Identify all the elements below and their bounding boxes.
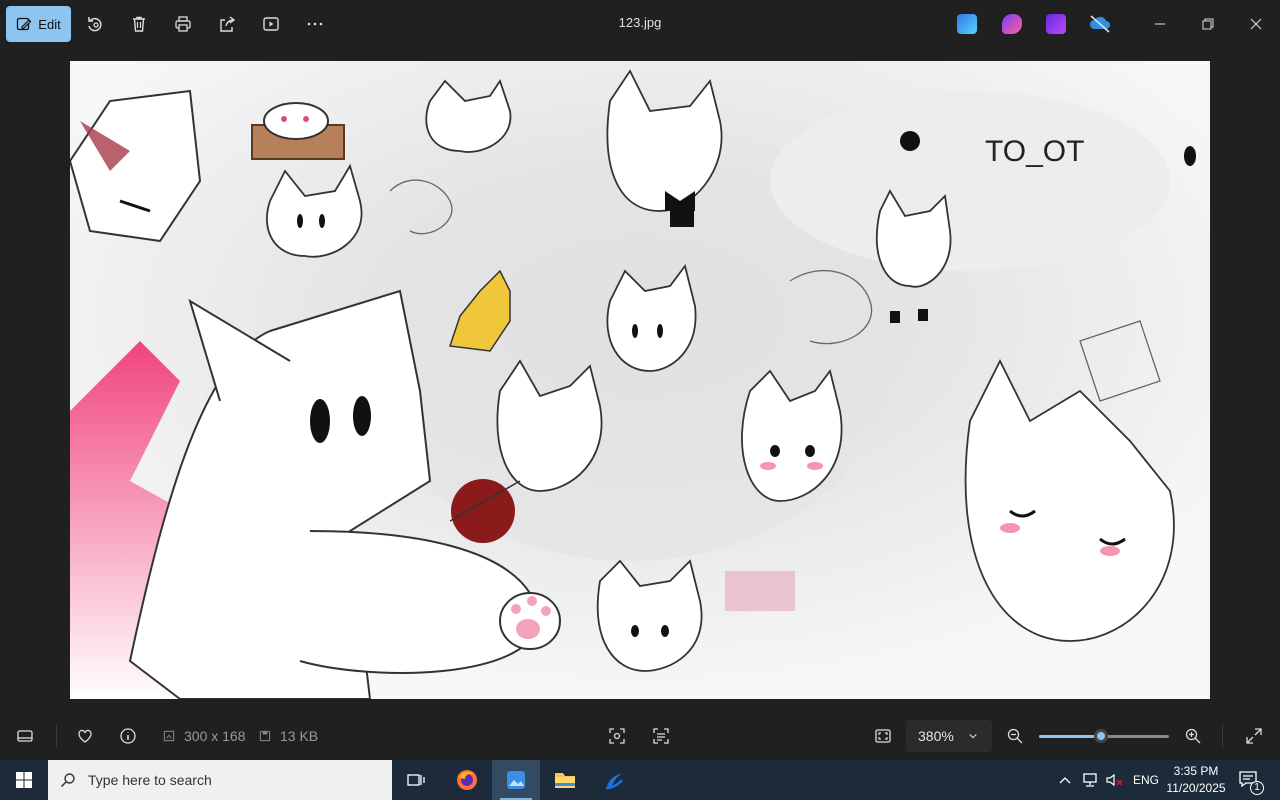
minimize-icon <box>1155 23 1165 25</box>
taskbar-visual-studio[interactable] <box>590 760 638 800</box>
edit-image-icon <box>17 17 32 31</box>
fit-to-window-button[interactable] <box>874 712 892 760</box>
edit-button-label: Edit <box>38 16 61 32</box>
notification-count: 1 <box>1250 781 1264 795</box>
visual-search-button[interactable] <box>608 712 626 760</box>
image-dimensions: 300 x 168 <box>162 712 246 760</box>
search-icon <box>60 773 75 788</box>
heart-icon <box>78 729 92 743</box>
storage-icon <box>259 730 271 742</box>
notification-center-button[interactable]: 1 <box>1238 760 1264 800</box>
folder-icon <box>555 773 575 788</box>
scan-text-icon <box>653 728 669 744</box>
file-size: 13 KB <box>258 712 318 760</box>
task-view-icon <box>407 774 425 786</box>
clock-time: 3:35 PM <box>1173 764 1219 778</box>
start-button[interactable] <box>0 760 48 800</box>
zoom-out-button[interactable] <box>1006 712 1024 760</box>
fit-window-icon <box>875 729 891 743</box>
photos-app-window: Edit 123.jpg TO_OT 300 x 168 13 KB 380% <box>0 0 1280 760</box>
input-language[interactable]: ENG <box>1133 760 1159 800</box>
volume-button[interactable] <box>1105 760 1125 800</box>
file-title: 123.jpg <box>618 15 662 30</box>
slideshow-icon <box>263 17 279 31</box>
firefox-icon <box>457 770 477 790</box>
delete-button[interactable] <box>127 12 151 36</box>
print-icon <box>175 16 191 32</box>
copilot-icon[interactable] <box>1002 14 1022 34</box>
zoom-in-button[interactable] <box>1184 712 1202 760</box>
share-icon <box>220 16 236 32</box>
restore-button[interactable] <box>1184 0 1232 48</box>
separator <box>1222 724 1223 748</box>
restore-icon <box>1202 18 1214 30</box>
close-button[interactable] <box>1232 0 1280 48</box>
rotate-icon <box>88 17 102 32</box>
print-button[interactable] <box>171 12 195 36</box>
taskbar-clock[interactable]: 3:35 PM 11/20/2025 <box>1160 763 1232 797</box>
visual-search-icon <box>609 728 625 744</box>
zoom-level-text: 380% <box>918 728 954 744</box>
close-icon <box>1250 18 1262 30</box>
slideshow-button[interactable] <box>259 12 283 36</box>
info-icon <box>120 728 136 744</box>
search-placeholder: Type here to search <box>88 772 212 788</box>
photo-editor-icon[interactable] <box>957 14 977 34</box>
zoom-slider[interactable] <box>1039 729 1169 743</box>
chevron-down-icon <box>969 733 977 739</box>
favorite-button[interactable] <box>76 712 94 760</box>
share-button[interactable] <box>215 12 239 36</box>
more-options-button[interactable] <box>303 12 327 36</box>
taskbar-file-explorer[interactable] <box>541 760 589 800</box>
clipchamp-icon[interactable] <box>1046 14 1066 34</box>
network-button[interactable] <box>1082 760 1100 800</box>
filmstrip-toggle-button[interactable] <box>16 712 34 760</box>
language-text: ENG <box>1133 773 1160 787</box>
show-hidden-icons-button[interactable] <box>1058 760 1072 800</box>
top-toolbar: Edit 123.jpg <box>0 0 1280 48</box>
taskbar-search-box[interactable]: Type here to search <box>48 760 392 800</box>
edit-button[interactable]: Edit <box>6 6 71 42</box>
file-size-text: 13 KB <box>280 728 319 744</box>
network-icon <box>1083 773 1097 787</box>
more-icon <box>307 22 323 26</box>
filmstrip-icon <box>17 730 33 742</box>
app-swirl-icon <box>605 774 623 790</box>
taskbar-firefox[interactable] <box>443 760 491 800</box>
zoom-out-icon <box>1007 728 1023 744</box>
task-view-button[interactable] <box>392 760 440 800</box>
volume-muted-icon <box>1106 773 1123 787</box>
windows-logo-icon <box>16 772 32 788</box>
separator <box>56 724 57 748</box>
dimensions-icon <box>163 730 175 742</box>
taskbar-photos[interactable] <box>492 760 540 800</box>
minimize-button[interactable] <box>1136 0 1184 48</box>
scan-text-button[interactable] <box>652 712 670 760</box>
zoom-slider-fill <box>1039 735 1102 738</box>
trash-icon <box>133 16 145 32</box>
onedrive-off-icon[interactable] <box>1089 14 1110 34</box>
rotate-button[interactable] <box>83 12 107 36</box>
clock-date: 11/20/2025 <box>1166 781 1226 795</box>
zoom-level-dropdown[interactable]: 380% <box>906 720 992 752</box>
zoom-in-icon <box>1185 728 1201 744</box>
full-screen-button[interactable] <box>1245 712 1263 760</box>
expand-icon <box>1246 728 1262 744</box>
windows-taskbar: Type here to search ENG 3:35 PM 11/20/20… <box>0 760 1280 800</box>
displayed-image[interactable]: TO_OT <box>70 61 1210 699</box>
doodle-text: TO_OT <box>985 135 1084 168</box>
cat-sketch-artwork: TO_OT <box>70 61 1210 699</box>
dimensions-text: 300 x 168 <box>184 728 246 744</box>
file-info-button[interactable] <box>119 712 137 760</box>
photos-app-icon <box>507 771 525 789</box>
chevron-up-icon <box>1059 777 1071 784</box>
